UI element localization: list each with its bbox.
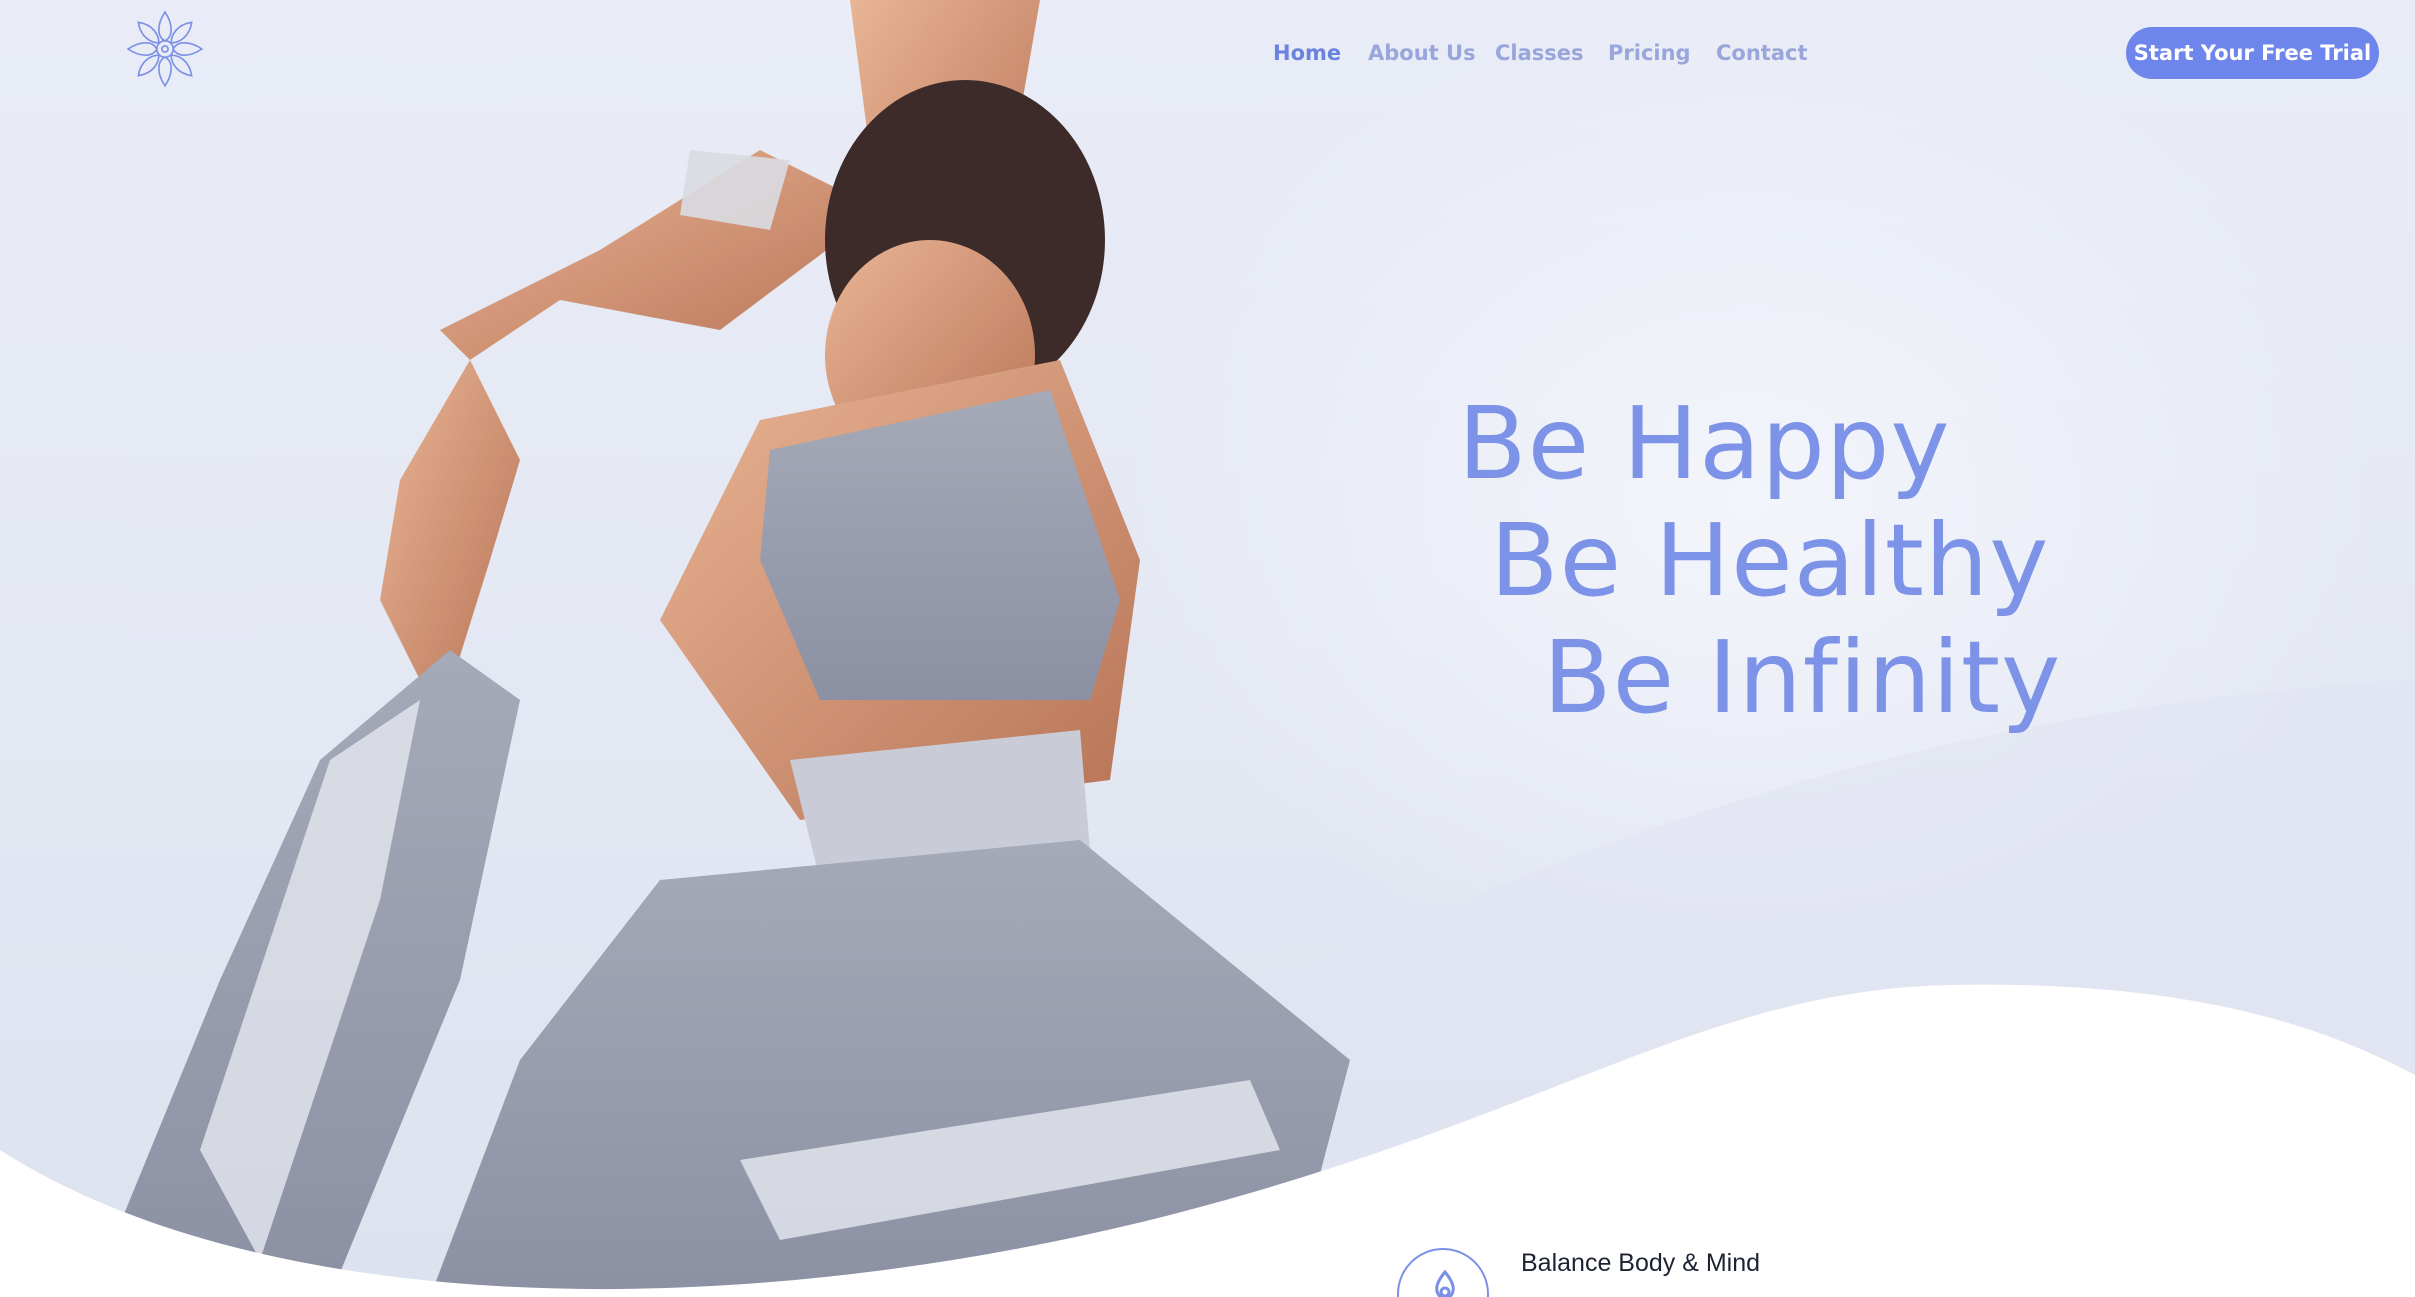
nav-home[interactable]: Home [1273,36,1341,70]
nav-pricing[interactable]: Pricing [1608,36,1691,70]
headline-line-3: Be Infinity [1543,619,2062,736]
lotus-mandala-icon[interactable] [124,8,206,90]
hero-section: Home About Us Classes Pricing Contact St… [0,0,2415,1297]
nav-classes[interactable]: Classes [1495,36,1584,70]
lotus-drop-icon [1397,1248,1489,1297]
nav-about-us[interactable]: About Us [1368,36,1476,70]
headline-line-1: Be Happy [1458,385,1951,502]
headline-line-2: Be Healthy [1490,502,2050,619]
start-free-trial-button[interactable]: Start Your Free Trial [2126,27,2379,79]
nav-contact[interactable]: Contact [1716,36,1808,70]
feature-title-balance: Balance Body & Mind [1521,1249,1761,1277]
